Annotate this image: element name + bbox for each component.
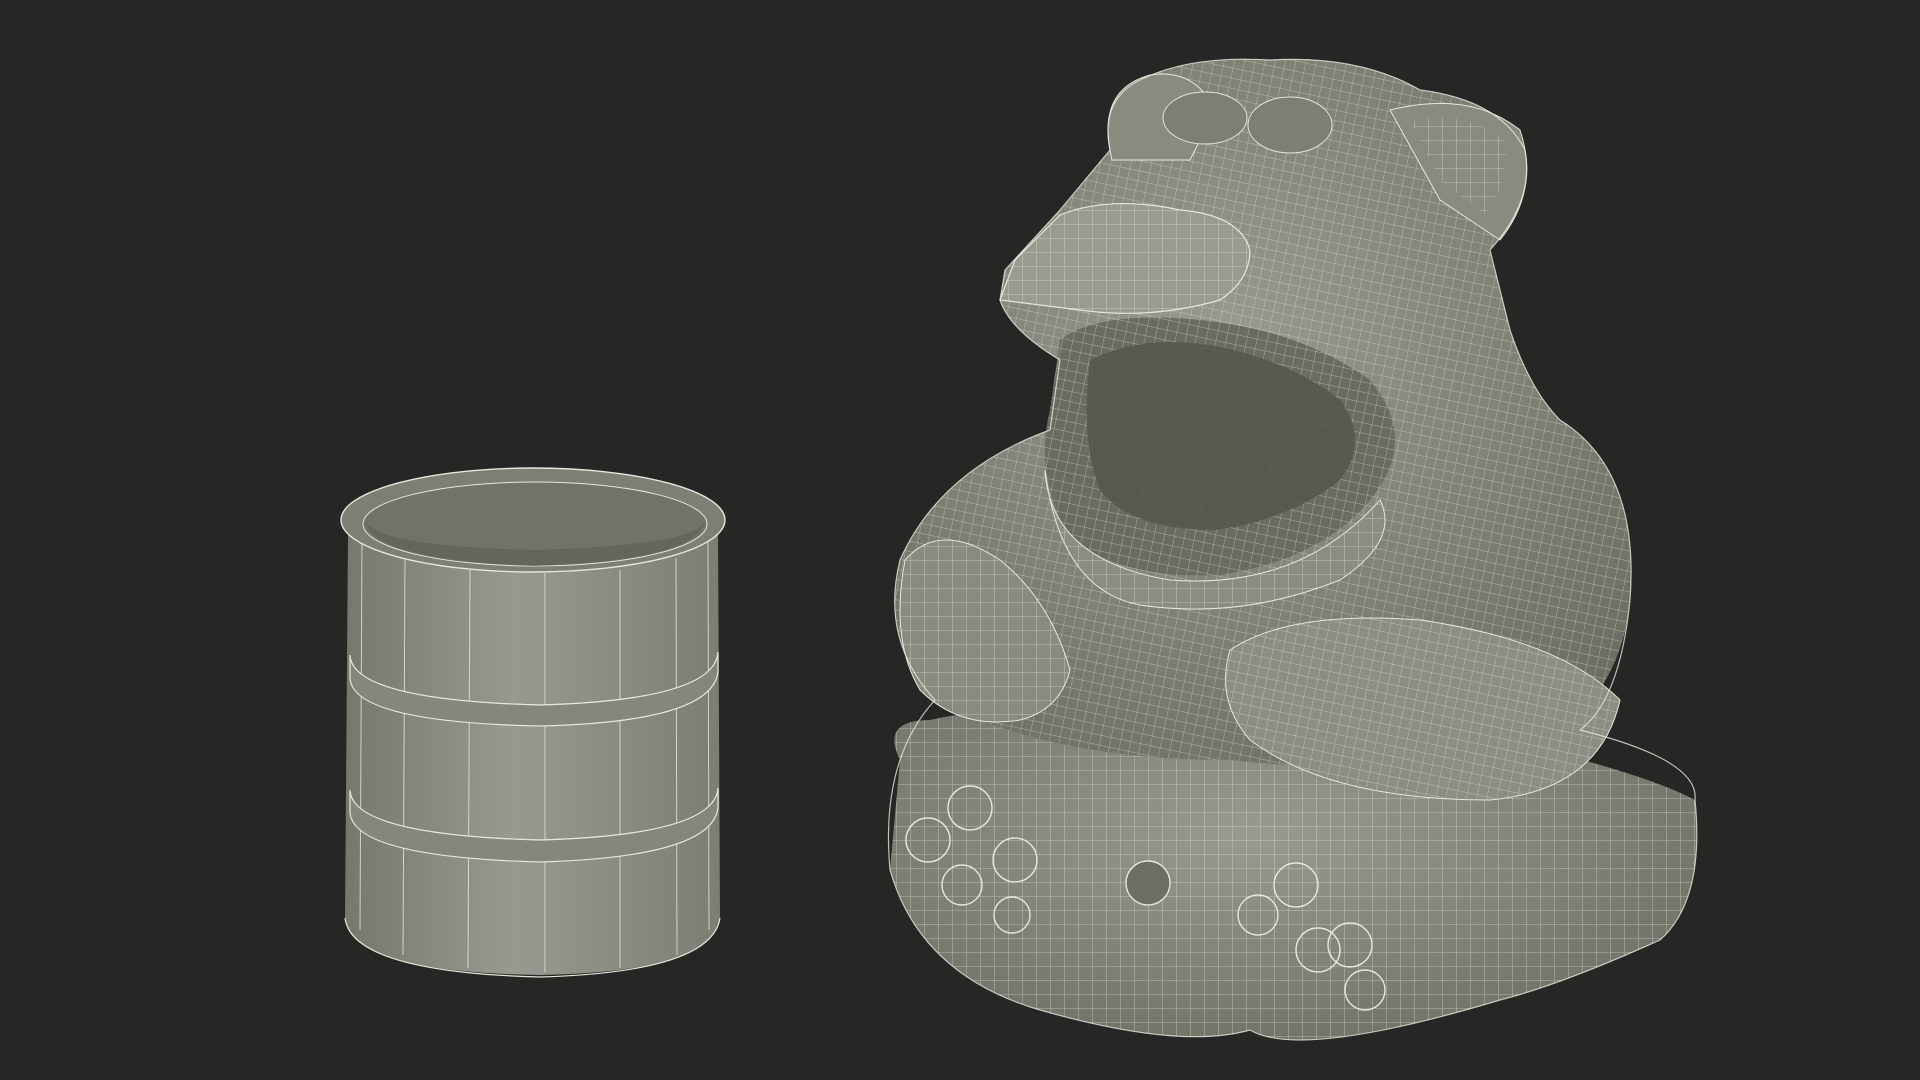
viewport-svg [340, 58, 1698, 1041]
drain-hole [1125, 860, 1171, 906]
barrel-wireframe-icon [340, 467, 726, 978]
bear-bin-wireframe-icon [887, 58, 1698, 1041]
viewport-canvas [0, 0, 1920, 1080]
